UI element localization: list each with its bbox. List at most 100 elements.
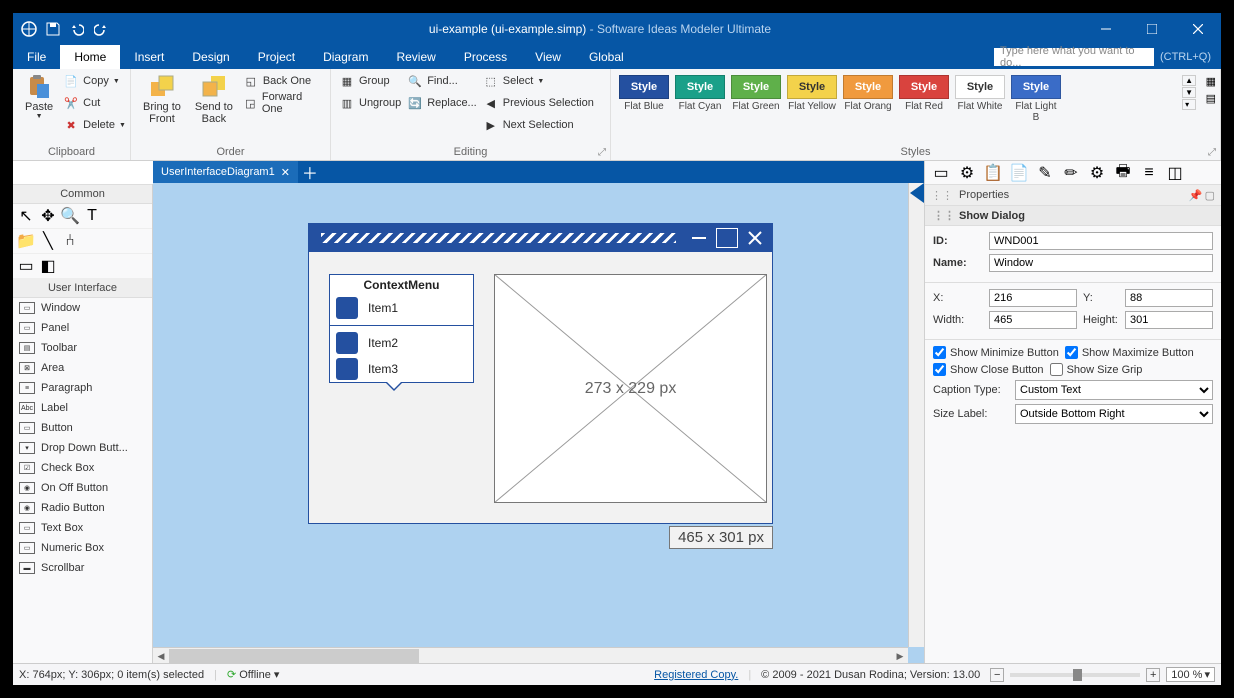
size-label-select[interactable]: Outside Bottom Right — [1015, 404, 1213, 424]
style-gallery-expand-icon[interactable]: ▾ — [1182, 99, 1196, 110]
mock-window[interactable]: ContextMenu Item1 Item2 Item3 273 x 229 … — [308, 223, 773, 524]
find-button[interactable]: 🔍Find... — [407, 71, 477, 91]
props-section[interactable]: ⋮⋮Show Dialog — [925, 205, 1221, 226]
send-to-back-button[interactable]: Send to Back — [191, 71, 237, 127]
show-close-checkbox[interactable] — [933, 363, 946, 376]
forward-one-button[interactable]: ◲Forward One — [243, 93, 322, 113]
menu-global[interactable]: Global — [575, 45, 638, 69]
connector-tool-icon[interactable]: ⑃ — [59, 231, 81, 251]
tell-me-search[interactable]: Type here what you want to do... — [994, 48, 1154, 66]
show-grip-checkbox[interactable] — [1050, 363, 1063, 376]
caption-type-select[interactable]: Custom Text — [1015, 380, 1213, 400]
undo-icon[interactable] — [67, 19, 87, 39]
zoom-in-button[interactable]: + — [1146, 668, 1160, 682]
rtool-7-icon[interactable]: ⚙ — [1085, 162, 1109, 184]
diagram-canvas[interactable]: ContextMenu Item1 Item2 Item3 273 x 229 … — [153, 183, 908, 647]
style-swatch-6[interactable]: Style — [955, 75, 1005, 99]
group-button[interactable]: ▦Group — [339, 71, 401, 91]
menu-view[interactable]: View — [521, 45, 575, 69]
style-tool2-icon[interactable]: ▤ — [1206, 92, 1216, 105]
palette-search-input[interactable] — [13, 161, 163, 184]
style-swatch-5[interactable]: Style — [899, 75, 949, 99]
rtool-10-icon[interactable]: ◫ — [1163, 162, 1187, 184]
palette-item-toolbar[interactable]: ▤Toolbar — [13, 338, 152, 358]
y-field[interactable] — [1125, 289, 1213, 307]
palette-common-header[interactable]: Common — [13, 185, 152, 204]
zoom-slider[interactable] — [1010, 673, 1140, 677]
palette-ui-header[interactable]: User Interface — [13, 279, 152, 298]
menu-process[interactable]: Process — [450, 45, 521, 69]
tab-close-icon[interactable]: ✕ — [281, 166, 290, 179]
back-one-button[interactable]: ◱Back One — [243, 71, 322, 91]
editing-launcher-icon[interactable]: ⤢ — [596, 146, 608, 158]
canvas-hscrollbar[interactable]: ◀▶ — [153, 647, 908, 663]
palette-item-numeric-box[interactable]: ▭Numeric Box — [13, 538, 152, 558]
save-icon[interactable] — [43, 19, 63, 39]
registered-link[interactable]: Registered Copy. — [654, 669, 738, 681]
diagram-tab[interactable]: UserInterfaceDiagram1 ✕ — [153, 161, 299, 183]
rtool-6-icon[interactable]: ✏ — [1059, 162, 1083, 184]
palette-item-text-box[interactable]: ▭Text Box — [13, 518, 152, 538]
style-scroll-up-icon[interactable]: ▲ — [1182, 75, 1196, 86]
x-field[interactable] — [989, 289, 1077, 307]
style-swatch-4[interactable]: Style — [843, 75, 893, 99]
name-field[interactable] — [989, 254, 1213, 272]
style-swatch-3[interactable]: Style — [787, 75, 837, 99]
tab-add-button[interactable]: ＋ — [299, 161, 321, 183]
rtool-2-icon[interactable]: ⚙ — [955, 162, 979, 184]
canvas-vscrollbar[interactable] — [908, 183, 924, 647]
panel-grip-icon[interactable]: ⋮⋮ — [931, 189, 953, 202]
paste-button[interactable]: Paste▼ — [21, 71, 57, 122]
text-tool-icon[interactable]: T — [81, 206, 103, 226]
height-field[interactable] — [1125, 311, 1213, 329]
copy-button[interactable]: 📄Copy▼ — [63, 71, 126, 91]
replace-button[interactable]: 🔄Replace... — [407, 93, 477, 113]
style-swatch-7[interactable]: Style — [1011, 75, 1061, 99]
rtool-5-icon[interactable]: ✎ — [1033, 162, 1057, 184]
width-field[interactable] — [989, 311, 1077, 329]
palette-item-panel[interactable]: ▭Panel — [13, 318, 152, 338]
delete-button[interactable]: ✖Delete▼ — [63, 115, 126, 135]
menu-diagram[interactable]: Diagram — [309, 45, 382, 69]
menu-insert[interactable]: Insert — [120, 45, 178, 69]
id-field[interactable] — [989, 232, 1213, 250]
palette-item-scrollbar[interactable]: ▬Scrollbar — [13, 558, 152, 578]
maximize-button[interactable] — [1129, 13, 1175, 45]
menu-file[interactable]: File — [13, 45, 60, 69]
rtool-9-icon[interactable]: ≡ — [1137, 162, 1161, 184]
prev-selection-button[interactable]: ◀Previous Selection — [483, 93, 594, 113]
rtool-1-icon[interactable]: ▭ — [929, 162, 953, 184]
mock-context-menu[interactable]: ContextMenu Item1 Item2 Item3 — [329, 274, 474, 383]
menu-design[interactable]: Design — [178, 45, 243, 69]
cut-button[interactable]: ✂️Cut — [63, 93, 126, 113]
select-button[interactable]: ⬚Select▼ — [483, 71, 594, 91]
style-swatch-1[interactable]: Style — [675, 75, 725, 99]
styles-launcher-icon[interactable]: ⤢ — [1206, 146, 1218, 158]
style-scroll-down-icon[interactable]: ▼ — [1182, 87, 1196, 98]
zoom-tool-icon[interactable]: 🔍 — [59, 206, 81, 226]
rtool-8-icon[interactable]: 🖶 — [1111, 162, 1135, 184]
hand-tool-icon[interactable]: ✥ — [37, 206, 59, 226]
mock-image-placeholder[interactable]: 273 x 229 px — [494, 274, 767, 503]
next-selection-button[interactable]: ▶Next Selection — [483, 115, 594, 135]
bring-to-front-button[interactable]: Bring to Front — [139, 71, 185, 127]
container-tool-icon[interactable]: ▭ — [15, 256, 37, 276]
show-maximize-checkbox[interactable] — [1065, 346, 1078, 359]
panel-close-icon[interactable]: ▢ — [1205, 189, 1215, 202]
close-button[interactable] — [1175, 13, 1221, 45]
zoom-value[interactable]: 100 % ▾ — [1166, 667, 1215, 682]
menu-review[interactable]: Review — [382, 45, 449, 69]
pointer-tool-icon[interactable]: ↖ — [15, 206, 37, 226]
style-swatch-2[interactable]: Style — [731, 75, 781, 99]
palette-item-check-box[interactable]: ☑Check Box — [13, 458, 152, 478]
folder-tool-icon[interactable]: 📁 — [15, 231, 37, 251]
rtool-4-icon[interactable]: 📄 — [1007, 162, 1031, 184]
ungroup-button[interactable]: ▥Ungroup — [339, 93, 401, 113]
zoom-out-button[interactable]: − — [990, 668, 1004, 682]
palette-item-on-off-button[interactable]: ◉On Off Button — [13, 478, 152, 498]
palette-item-label[interactable]: AbcLabel — [13, 398, 152, 418]
redo-icon[interactable] — [91, 19, 111, 39]
shape-tool-icon[interactable]: ◧ — [37, 256, 59, 276]
palette-item-paragraph[interactable]: ≡Paragraph — [13, 378, 152, 398]
palette-item-button[interactable]: ▭Button — [13, 418, 152, 438]
